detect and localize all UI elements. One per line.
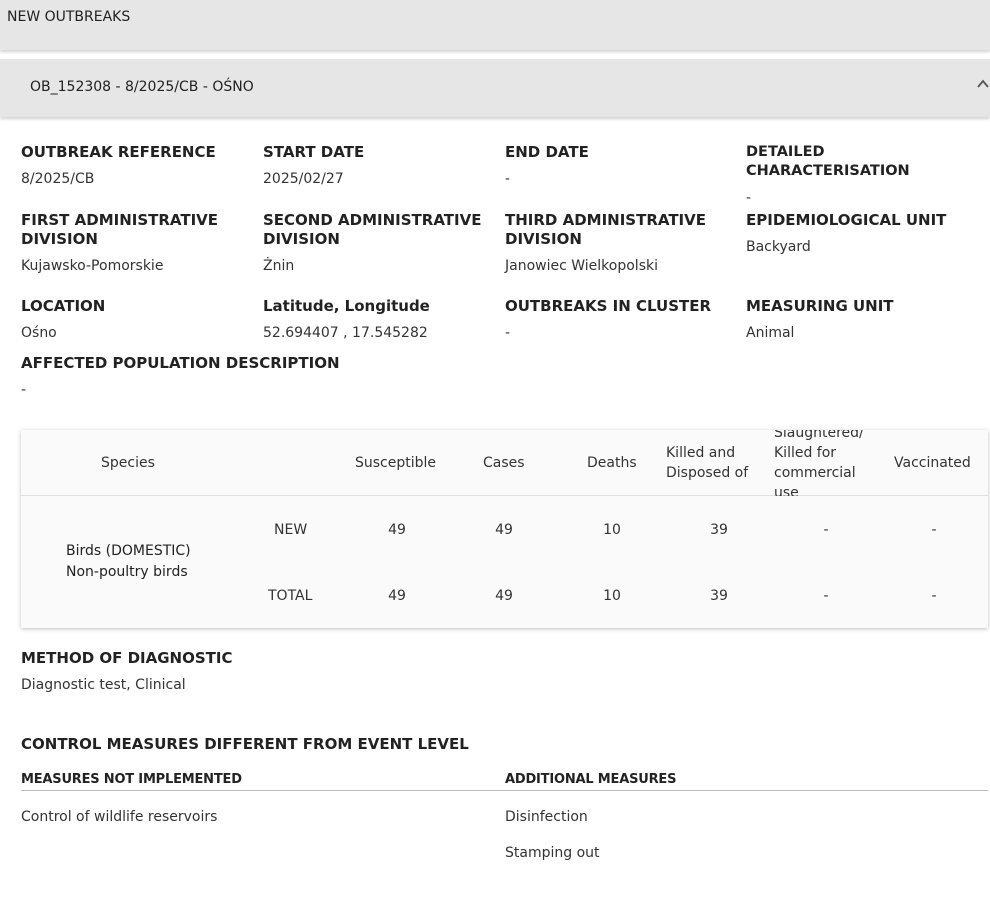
affected-population-label: AFFECTED POPULATION DESCRIPTION [21,354,340,372]
second-admin-division-field: SECOND ADMINISTRATIVE DIVISION Żnin [263,211,488,275]
detailed-characterisation-field: DETAILED CHARACTERISATION - [746,143,986,207]
row-new-susceptible: 49 [388,522,406,538]
start-date-field: START DATE 2025/02/27 [263,143,498,188]
diagnostic-value: Diagnostic test, Clinical [21,677,186,693]
measuring-unit-label: MEASURING UNIT [746,297,894,315]
row-new-vaccinated: - [931,522,937,538]
row-total-vaccinated: - [931,588,937,604]
row-total-killed: 39 [710,588,728,604]
measures-divider [21,790,988,791]
outbreaks-in-cluster-value: - [505,325,511,341]
measuring-unit-value: Animal [746,325,795,341]
location-label: LOCATION [21,297,106,315]
chevron-up-icon[interactable] [976,77,990,91]
affected-population-value: - [21,382,27,398]
header-killed: Killed and Disposed of [666,445,749,481]
end-date-field: END DATE - [505,143,740,188]
header-species: Species [101,455,155,471]
not-implemented-item: Control of wildlife reservoirs [21,809,218,825]
header-vaccinated: Vaccinated [894,455,971,471]
detailed-characterisation-label: DETAILED CHARACTERISATION [746,144,910,179]
additional-measures-label: ADDITIONAL MEASURES [505,772,677,787]
epidemiological-unit-value: Backyard [746,239,811,255]
outbreak-reference-label: OUTBREAK REFERENCE [21,143,216,161]
third-admin-division-label: THIRD ADMINISTRATIVE DIVISION [505,211,706,248]
epidemiological-unit-label: EPIDEMIOLOGICAL UNIT [746,211,947,229]
outbreak-reference-value: 8/2025/CB [21,171,95,187]
species-name: Birds (DOMESTIC) Non-poultry birds [66,541,191,583]
outbreak-panel-title: OB_152308 - 8/2025/CB - OŚNO [30,79,254,95]
header-slaughtered-clip: Slaughtered/ Killed for commercial use [774,430,884,496]
outbreaks-in-cluster-field: OUTBREAKS IN CLUSTER - [505,297,740,342]
header-slaughtered: Slaughtered/ Killed for commercial use [774,430,864,496]
outbreaks-in-cluster-label: OUTBREAKS IN CLUSTER [505,297,712,315]
row-new-deaths: 10 [603,522,621,538]
lat-long-label: Latitude, Longitude [263,297,430,315]
third-admin-division-value: Janowiec Wielkopolski [505,258,658,274]
row-new-slaughtered: - [823,522,829,538]
epidemiological-unit-field: EPIDEMIOLOGICAL UNIT Backyard [746,211,986,256]
detailed-characterisation-value: - [746,190,752,206]
measures-not-implemented-label: MEASURES NOT IMPLEMENTED [21,772,242,787]
outbreak-reference-field: OUTBREAK REFERENCE 8/2025/CB [21,143,256,188]
row-total-label: TOTAL [268,588,313,604]
row-new-label: NEW [274,522,308,538]
start-date-value: 2025/02/27 [263,171,344,187]
lat-long-field: Latitude, Longitude 52.694407 , 17.54528… [263,297,498,342]
first-admin-division-label: FIRST ADMINISTRATIVE DIVISION [21,211,219,248]
diagnostic-label: METHOD OF DIAGNOSTIC [21,649,233,667]
location-value: Ośno [21,325,57,341]
row-total-slaughtered: - [823,588,829,604]
location-field: LOCATION Ośno [21,297,256,342]
species-line-1: Birds (DOMESTIC) [66,543,191,559]
species-table: Species Susceptible Cases Deaths Killed … [21,430,988,628]
first-admin-division-field: FIRST ADMINISTRATIVE DIVISION Kujawsko-P… [21,211,236,275]
row-total-deaths: 10 [603,588,621,604]
second-admin-division-value: Żnin [263,258,295,274]
start-date-label: START DATE [263,143,365,161]
control-measures-title: CONTROL MEASURES DIFFERENT FROM EVENT LE… [21,735,469,753]
affected-population-field: AFFECTED POPULATION DESCRIPTION - [21,354,421,399]
additional-item: Stamping out [505,845,600,861]
second-admin-division-label: SECOND ADMINISTRATIVE DIVISION [263,211,482,248]
species-line-2: Non-poultry birds [66,564,188,580]
outbreak-panel-header[interactable]: OB_152308 - 8/2025/CB - OŚNO [0,59,990,117]
new-outbreaks-title: NEW OUTBREAKS [7,9,131,25]
header-deaths: Deaths [587,455,637,471]
first-admin-division-value: Kujawsko-Pomorskie [21,258,164,274]
row-total-cases: 49 [495,588,513,604]
species-table-header: Species Susceptible Cases Deaths Killed … [21,430,988,496]
new-outbreaks-bar[interactable]: NEW OUTBREAKS [0,0,990,50]
header-cases: Cases [483,455,525,471]
header-susceptible: Susceptible [355,455,437,471]
additional-item: Disinfection [505,809,588,825]
end-date-label: END DATE [505,143,589,161]
row-new-cases: 49 [495,522,513,538]
lat-long-value: 52.694407 , 17.545282 [263,325,428,341]
third-admin-division-field: THIRD ADMINISTRATIVE DIVISION Janowiec W… [505,211,720,275]
row-total-susceptible: 49 [388,588,406,604]
row-new-killed: 39 [710,522,728,538]
measuring-unit-field: MEASURING UNIT Animal [746,297,986,342]
end-date-value: - [505,171,511,187]
